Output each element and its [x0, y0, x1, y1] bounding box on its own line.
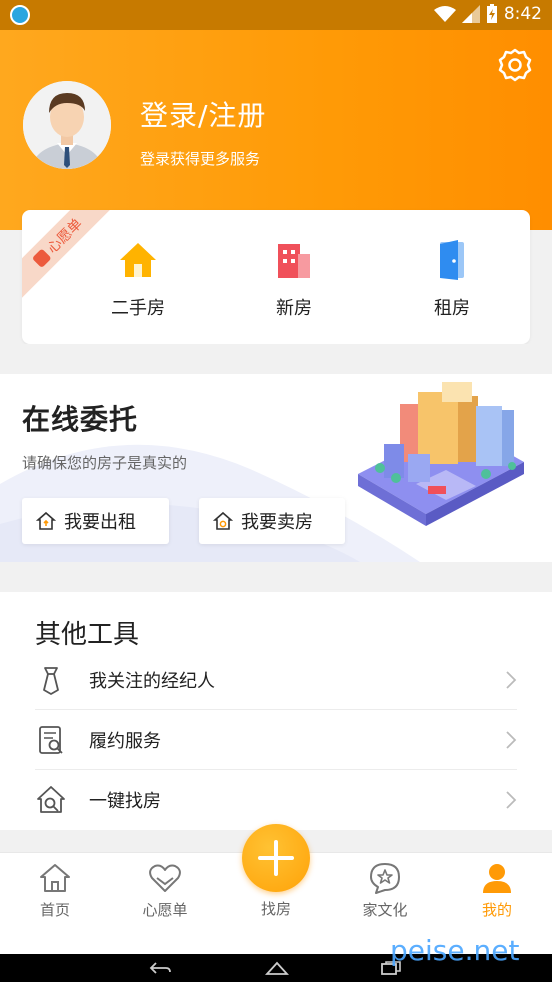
section-divider: [0, 344, 552, 374]
delegate-title: 在线委托: [22, 403, 139, 436]
find-house-label: 找房: [260, 900, 291, 918]
delegate-subtitle: 请确保您的房子是真实的: [22, 454, 188, 472]
new-house-entry[interactable]: 新房: [244, 240, 344, 320]
home-nav-icon[interactable]: [265, 960, 289, 976]
house-search-icon: [37, 786, 65, 813]
login-subtitle: 登录获得更多服务: [140, 150, 261, 168]
rent-out-button[interactable]: 我要出租: [22, 498, 169, 544]
battery-icon: [486, 4, 497, 23]
login-register-link[interactable]: 登录/注册: [140, 94, 266, 134]
sell-house-button[interactable]: 我要卖房: [199, 498, 345, 544]
chevron-right-icon: [506, 670, 517, 689]
followed-agents-item[interactable]: 我关注的经纪人: [35, 650, 517, 710]
tab-mine[interactable]: 我的: [452, 861, 542, 920]
tab-home[interactable]: 首页: [10, 861, 100, 920]
door-icon: [440, 240, 464, 280]
status-bar: 8:42: [0, 0, 552, 30]
plus-icon: [258, 840, 294, 876]
building-icon: [278, 244, 310, 278]
contract-service-item[interactable]: 履约服务: [35, 710, 517, 770]
tools-title: 其他工具: [35, 620, 140, 650]
signal-icon: [461, 5, 480, 23]
app-notification-icon: [10, 5, 30, 25]
heart-tag-icon: [31, 248, 52, 269]
tab-wishlist[interactable]: 心愿单: [120, 861, 210, 920]
secondhand-house-entry[interactable]: 二手房: [88, 240, 188, 320]
chevron-right-icon: [506, 791, 517, 809]
chevron-right-icon: [506, 730, 517, 749]
find-house-fab[interactable]: [242, 824, 310, 892]
house-upload-icon: [36, 511, 56, 530]
home-icon: [40, 864, 70, 892]
star-bubble-icon: [370, 863, 400, 894]
heart-icon: [149, 864, 181, 892]
gear-icon[interactable]: [498, 48, 532, 82]
isometric-city-illustration: [358, 382, 524, 526]
wifi-icon: [433, 6, 456, 22]
rent-house-entry[interactable]: 租房: [402, 240, 502, 320]
house-money-icon: [213, 511, 233, 530]
house-icon: [120, 243, 156, 277]
one-click-find-house-item[interactable]: 一键找房: [35, 770, 517, 830]
wishlist-card: 心愿单 二手房 新房 租房: [22, 210, 530, 344]
profile-header: 登录/注册 登录获得更多服务: [0, 30, 552, 230]
online-delegate-section: 在线委托 请确保您的房子是真实的 我要出租 我要卖房: [0, 374, 552, 562]
other-tools-section: 其他工具 我关注的经纪人 履约服务 一键找房: [0, 592, 552, 830]
tab-culture[interactable]: 家文化: [340, 861, 430, 920]
contract-search-icon: [39, 725, 63, 754]
tie-icon: [43, 666, 59, 695]
person-icon: [483, 864, 511, 893]
section-divider: [0, 562, 552, 592]
watermark: peise.net: [390, 934, 520, 967]
clock-time: 8:42: [503, 4, 542, 24]
back-icon[interactable]: [148, 960, 172, 976]
avatar[interactable]: [23, 81, 111, 169]
